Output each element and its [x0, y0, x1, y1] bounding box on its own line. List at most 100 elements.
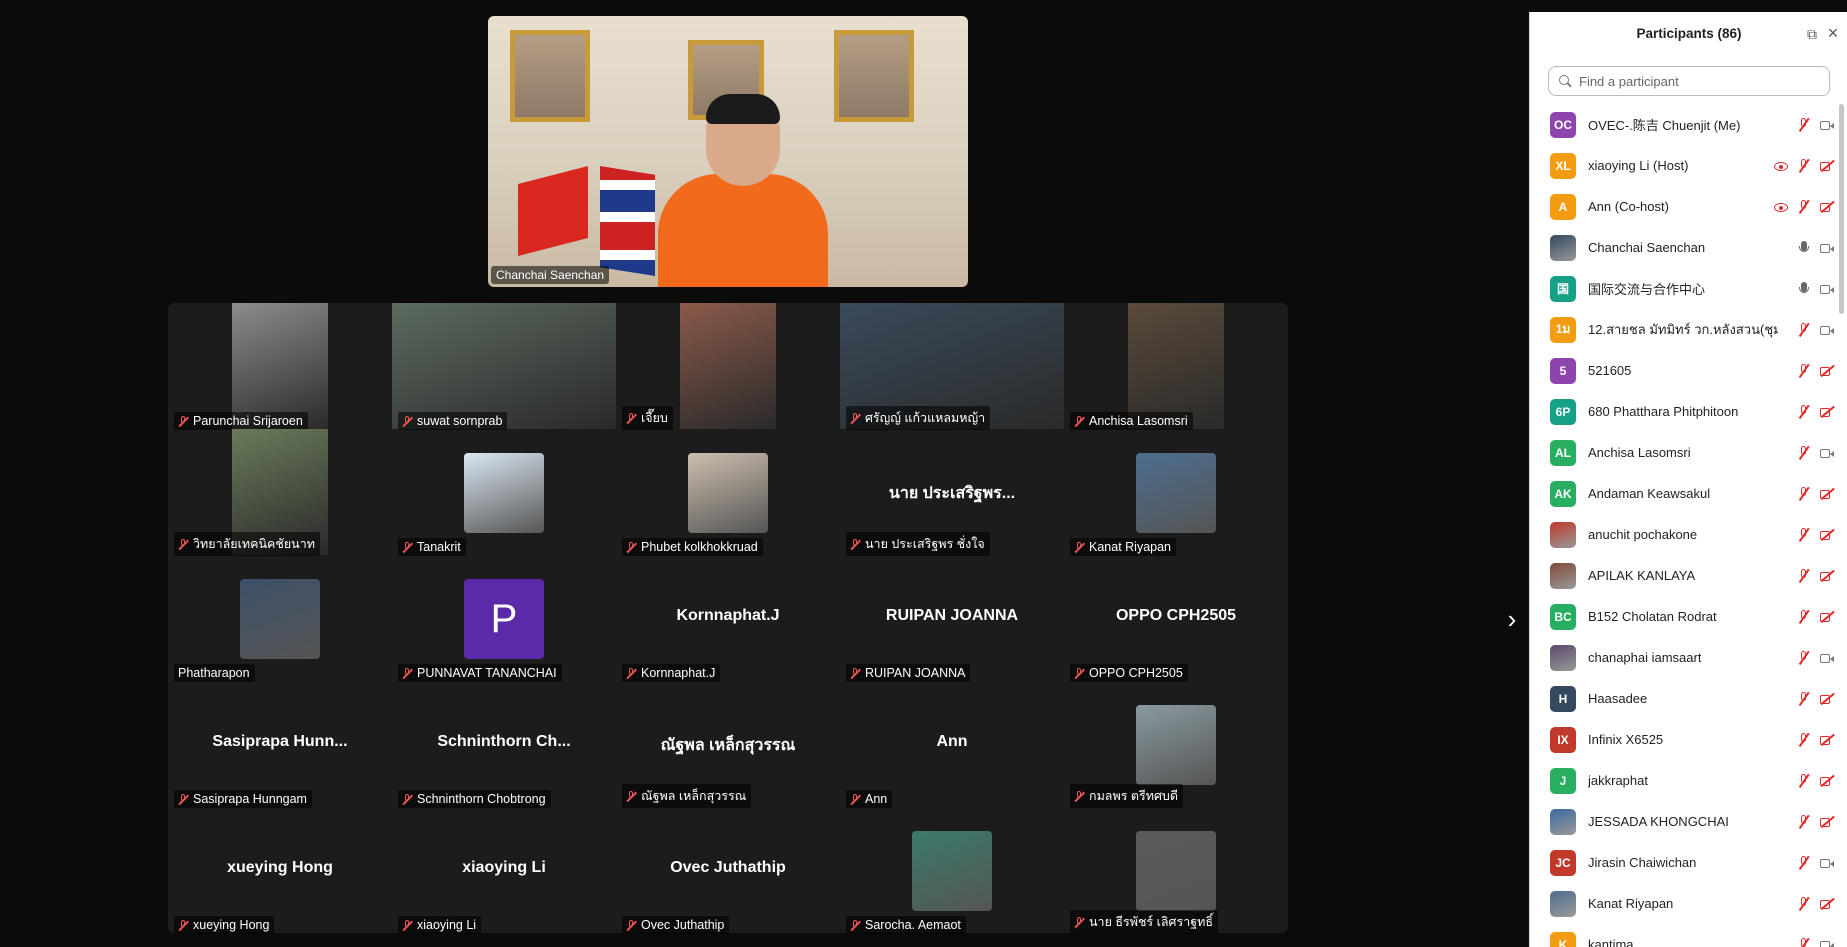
- camera-off-icon[interactable]: [1820, 815, 1834, 829]
- camera-icon[interactable]: [1820, 118, 1834, 132]
- camera-off-icon[interactable]: [1820, 692, 1834, 706]
- next-page-chevron-icon[interactable]: ›: [1502, 605, 1522, 633]
- mic-muted-icon[interactable]: [1797, 117, 1811, 132]
- tile-name-label: วิทยาลัยเทคนิคชัยนาท: [174, 532, 320, 556]
- participant-name: Haasadee: [1588, 691, 1648, 706]
- camera-off-icon[interactable]: [1820, 897, 1834, 911]
- mic-muted-icon: [626, 919, 637, 931]
- camera-off-icon[interactable]: [1820, 364, 1834, 378]
- participant-row[interactable]: APILAK KANLAYA: [1530, 555, 1838, 596]
- mic-muted-icon[interactable]: [1797, 937, 1811, 947]
- video-tile[interactable]: xueying Hong xueying Hong: [168, 807, 392, 934]
- video-tile[interactable]: P PUNNAVAT TANANCHAI: [392, 555, 616, 682]
- mic-muted-icon[interactable]: [1797, 199, 1811, 214]
- participant-avatar: [240, 579, 320, 659]
- video-tile[interactable]: วิทยาลัยเทคนิคชัยนาท: [168, 429, 392, 556]
- participant-row[interactable]: OC OVEC-.陈吉 Chuenjit (Me): [1530, 104, 1838, 145]
- mic-muted-icon[interactable]: [1797, 527, 1811, 542]
- camera-off-icon[interactable]: [1820, 610, 1834, 624]
- video-tile[interactable]: กมลพร ตรีทศบดี: [1064, 681, 1288, 808]
- video-tile[interactable]: Kanat Riyapan: [1064, 429, 1288, 556]
- camera-icon[interactable]: [1820, 938, 1834, 947]
- camera-off-icon[interactable]: [1820, 405, 1834, 419]
- participant-row[interactable]: H Haasadee: [1530, 678, 1838, 719]
- participant-row[interactable]: Kkantima: [1530, 924, 1838, 947]
- mic-muted-icon[interactable]: [1797, 609, 1811, 624]
- participant-search[interactable]: [1548, 66, 1830, 96]
- camera-off-icon[interactable]: [1820, 200, 1834, 214]
- participant-row[interactable]: 国国际交流与合作中心: [1530, 268, 1838, 309]
- camera-icon[interactable]: [1820, 241, 1834, 255]
- video-tile[interactable]: xiaoying Li xiaoying Li: [392, 807, 616, 934]
- participant-row[interactable]: chanaphai iamsaart: [1530, 637, 1838, 678]
- participant-row[interactable]: BC B152 Cholatan Rodrat: [1530, 596, 1838, 637]
- video-tile[interactable]: Schninthorn Ch... Schninthorn Chobtrong: [392, 681, 616, 808]
- mic-muted-icon[interactable]: [1797, 404, 1811, 419]
- participant-row[interactable]: Kanat Riyapan: [1530, 883, 1838, 924]
- video-tile[interactable]: RUIPAN JOANNA RUIPAN JOANNA: [840, 555, 1064, 682]
- camera-icon[interactable]: [1820, 446, 1834, 460]
- camera-off-icon[interactable]: [1820, 487, 1834, 501]
- camera-icon[interactable]: [1820, 282, 1834, 296]
- video-tile[interactable]: Ann Ann: [840, 681, 1064, 808]
- mic-muted-icon[interactable]: [1797, 814, 1811, 829]
- mic-icon[interactable]: [1797, 240, 1811, 255]
- camera-icon[interactable]: [1820, 856, 1834, 870]
- mic-muted-icon[interactable]: [1797, 732, 1811, 747]
- participant-row[interactable]: JESSADA KHONGCHAI: [1530, 801, 1838, 842]
- participant-search-input[interactable]: [1577, 72, 1821, 90]
- mic-muted-icon[interactable]: [1797, 568, 1811, 583]
- camera-off-icon[interactable]: [1820, 733, 1834, 747]
- participant-avatar: JC: [1550, 849, 1576, 876]
- mic-muted-icon[interactable]: [1797, 486, 1811, 501]
- video-tile[interactable]: Kornnaphat.J Kornnaphat.J: [616, 555, 840, 682]
- video-tile[interactable]: Phubet kolkhokkruad: [616, 429, 840, 556]
- camera-icon[interactable]: [1820, 651, 1834, 665]
- scrollbar[interactable]: [1839, 104, 1844, 314]
- mic-muted-icon[interactable]: [1797, 363, 1811, 378]
- video-tile[interactable]: เจี๊ยบ: [616, 303, 840, 430]
- camera-off-icon[interactable]: [1820, 569, 1834, 583]
- camera-icon[interactable]: [1820, 323, 1834, 337]
- video-tile[interactable]: suwat sornprab: [392, 303, 616, 430]
- video-tile[interactable]: Anchisa Lasomsri: [1064, 303, 1288, 430]
- participant-row[interactable]: AL Anchisa Lasomsri: [1530, 432, 1838, 473]
- video-tile[interactable]: OPPO CPH2505 OPPO CPH2505: [1064, 555, 1288, 682]
- video-tile[interactable]: Phatharapon: [168, 555, 392, 682]
- participant-row[interactable]: Jjakkraphat: [1530, 760, 1838, 801]
- video-tile[interactable]: ณัฐพล เหล็กสุวรรณ ณัฐพล เหล็กสุวรรณ: [616, 681, 840, 808]
- mic-muted-icon[interactable]: [1797, 896, 1811, 911]
- participant-row[interactable]: anuchit pochakone: [1530, 514, 1838, 555]
- mic-muted-icon[interactable]: [1797, 855, 1811, 870]
- participant-row[interactable]: Chanchai Saenchan: [1530, 227, 1838, 268]
- close-icon[interactable]: ×: [1824, 24, 1842, 42]
- mic-muted-icon[interactable]: [1797, 650, 1811, 665]
- active-speaker-video[interactable]: Chanchai Saenchan: [488, 16, 968, 287]
- camera-off-icon[interactable]: [1820, 528, 1834, 542]
- participant-row[interactable]: 1ม 12.สายชล มัทมิทร์ วก.หลังสวน(ชุมพร): [1530, 309, 1838, 350]
- participant-row[interactable]: IX Infinix X6525: [1530, 719, 1838, 760]
- camera-off-icon[interactable]: [1820, 774, 1834, 788]
- popout-icon[interactable]: ⧉: [1804, 26, 1820, 42]
- participant-row[interactable]: JC Jirasin Chaiwichan: [1530, 842, 1838, 883]
- video-tile[interactable]: นาย ประเสริฐพร... นาย ประเสริฐพร ชั่งใจ: [840, 429, 1064, 556]
- video-tile[interactable]: ศรัญญ์ แก้วแหลมหญ้า: [840, 303, 1064, 430]
- video-tile[interactable]: Parunchai Srijaroen: [168, 303, 392, 430]
- participant-row[interactable]: 5 521605: [1530, 350, 1838, 391]
- mic-muted-icon[interactable]: [1797, 773, 1811, 788]
- mic-muted-icon[interactable]: [1797, 691, 1811, 706]
- mic-muted-icon[interactable]: [1797, 158, 1811, 173]
- video-tile[interactable]: Ovec Juthathip Ovec Juthathip: [616, 807, 840, 934]
- mic-muted-icon[interactable]: [1797, 322, 1811, 337]
- video-tile[interactable]: Tanakrit: [392, 429, 616, 556]
- camera-off-icon[interactable]: [1820, 159, 1834, 173]
- video-tile[interactable]: Sarocha. Aemaot: [840, 807, 1064, 934]
- video-tile[interactable]: นาย ธีรพัชร์ เลิศราฐทธิ์: [1064, 807, 1288, 934]
- video-tile[interactable]: Sasiprapa Hunn... Sasiprapa Hunngam: [168, 681, 392, 808]
- participant-row[interactable]: AK Andaman Keawsakul: [1530, 473, 1838, 514]
- mic-icon[interactable]: [1797, 281, 1811, 296]
- participant-row[interactable]: A Ann (Co-host): [1530, 186, 1838, 227]
- participant-row[interactable]: XL xiaoying Li (Host): [1530, 145, 1838, 186]
- mic-muted-icon[interactable]: [1797, 445, 1811, 460]
- participant-row[interactable]: 6P 680 Phatthara Phitphitoon: [1530, 391, 1838, 432]
